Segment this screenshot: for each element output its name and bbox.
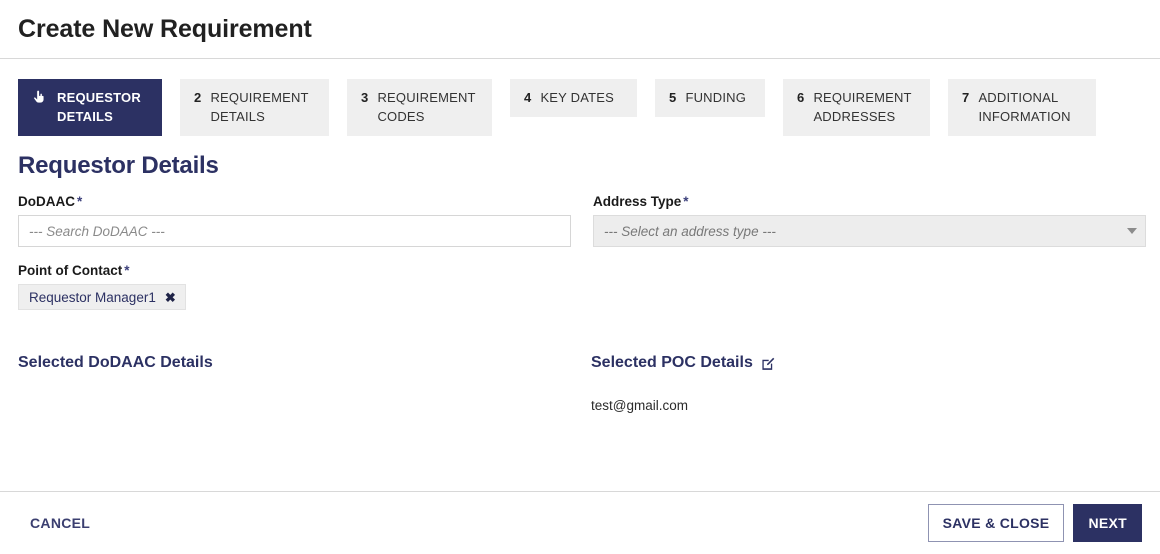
tab-label: FUNDING (685, 90, 747, 105)
poc-chip-label: Requestor Manager1 (29, 289, 156, 305)
next-button[interactable]: NEXT (1073, 504, 1142, 542)
selected-poc-heading: Selected POC Details (591, 354, 1142, 372)
tab-number: 7 (962, 90, 970, 105)
tab-number: 2 (194, 90, 202, 105)
tab-funding[interactable]: 5 FUNDING (655, 79, 765, 117)
form-column-right: Address Type * --- Select an address type… (593, 194, 1146, 326)
form-main: Requestor Details DoDAAC* Point of Conta… (0, 152, 1160, 418)
field-dodaac: DoDAAC * (18, 194, 571, 247)
poc-chip[interactable]: Requestor Manager1 ✖ (18, 284, 186, 310)
dodaac-label: DoDAAC * (18, 194, 571, 209)
selected-poc-panel: Selected POC Details test@gmail.com (591, 354, 1142, 418)
address-type-label: Address Type * (593, 194, 1146, 209)
hand-pointer-icon (32, 89, 47, 105)
required-asterisk: * (683, 194, 689, 209)
tab-requestor-details[interactable]: REQUESTOR DETAILS (18, 79, 162, 136)
dodaac-search-input[interactable] (18, 215, 571, 247)
save-and-close-button[interactable]: SAVE & CLOSE (927, 504, 1065, 542)
selected-poc-email: test@gmail.com (591, 398, 688, 413)
tab-requirement-details[interactable]: 2 REQUIREMENT DETAILS (180, 79, 329, 136)
form-grid: DoDAAC* Point of Contact* Requestor Mana… (18, 194, 1146, 326)
selected-dodaac-heading: Selected DoDAAC Details (18, 354, 569, 372)
selected-dodaac-body (18, 398, 569, 418)
form-column-left: DoDAAC* Point of Contact* Requestor Mana… (18, 194, 571, 326)
form-footer: CANCEL SAVE & CLOSE NEXT (0, 491, 1160, 554)
tab-number: 4 (524, 90, 532, 105)
tab-label: REQUIREMENT DETAILS (210, 90, 309, 124)
tab-requirement-codes[interactable]: 3 REQUIREMENT CODES (347, 79, 492, 136)
address-type-selected-value: --- Select an address type --- (604, 223, 776, 239)
selected-poc-heading-text: Selected POC Details (591, 354, 753, 371)
tab-label: KEY DATES (540, 90, 615, 105)
tab-label: REQUIREMENT ADDRESSES (813, 90, 912, 124)
field-point-of-contact: Point of Contact * Requestor Manager1 ✖ (18, 263, 571, 310)
field-address-type: Address Type * --- Select an address type… (593, 194, 1146, 247)
tab-label: REQUIREMENT CODES (377, 90, 476, 124)
footer-actions: SAVE & CLOSE NEXT (927, 504, 1142, 542)
tab-key-dates[interactable]: 4 KEY DATES (510, 79, 637, 117)
tab-number: 5 (669, 90, 677, 105)
dodaac-label-text: DoDAAC (18, 194, 75, 209)
point-of-contact-label: Point of Contact * (18, 263, 571, 278)
close-icon[interactable]: ✖ (165, 291, 176, 304)
required-asterisk: * (124, 263, 130, 278)
tab-requirement-addresses[interactable]: 6 REQUIREMENT ADDRESSES (783, 79, 930, 136)
address-type-select-wrapper: --- Select an address type --- (593, 215, 1146, 247)
tab-number: 6 (797, 90, 805, 105)
address-type-label-text: Address Type (593, 194, 682, 209)
selected-dodaac-heading-text: Selected DoDAAC Details (18, 354, 213, 371)
selected-dodaac-panel: Selected DoDAAC Details (18, 354, 569, 418)
tab-label: REQUESTOR DETAILS (57, 90, 141, 124)
page-title: Create New Requirement (18, 14, 312, 43)
stepper-tabs: REQUESTOR DETAILS 2 REQUIREMENT DETAILS … (0, 59, 1160, 136)
tab-number: 3 (361, 90, 369, 105)
section-title: Requestor Details (18, 152, 219, 179)
edit-square-icon[interactable] (761, 357, 775, 371)
cancel-button[interactable]: CANCEL (18, 505, 102, 541)
address-type-select[interactable]: --- Select an address type --- (593, 215, 1146, 247)
point-of-contact-label-text: Point of Contact (18, 263, 123, 278)
tab-additional-information[interactable]: 7 ADDITIONAL INFORMATION (948, 79, 1096, 136)
selected-details-row: Selected DoDAAC Details Selected POC Det… (18, 354, 1142, 418)
required-asterisk: * (77, 194, 83, 209)
create-requirement-page: Create New Requirement REQUESTOR DETAILS… (0, 0, 1160, 554)
tab-label: ADDITIONAL INFORMATION (978, 90, 1071, 124)
page-header: Create New Requirement (0, 0, 1160, 59)
